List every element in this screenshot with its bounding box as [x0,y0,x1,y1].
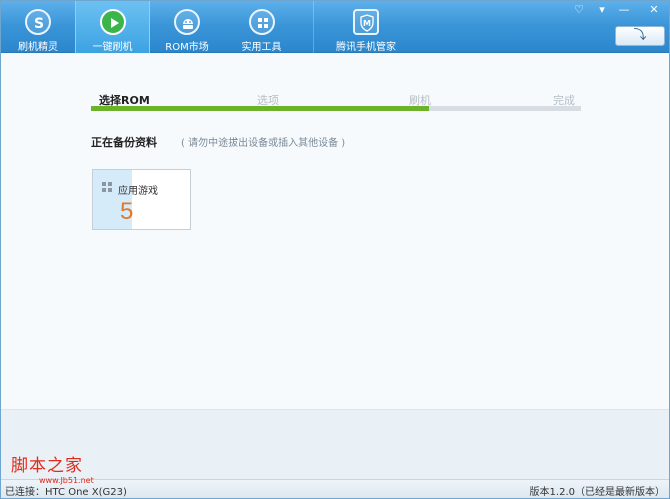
backup-item-card: 应用游戏 5 [92,169,191,230]
shield-m-icon: M [353,9,379,35]
status-bar: 已连接：HTC One X(G23) 版本1.2.0（已经是最新版本） [1,479,669,498]
watermark-text: 脚本之家 [11,456,83,476]
top-navigation: S 刷机精灵 一键刷机 ROM市场 实用工具 M 腾讯手机管家 ♡ ▾ — ✕ … [1,1,669,53]
step-progress-fill [91,106,430,111]
svg-text:M: M [363,19,371,28]
nav-item-flash-wizard[interactable]: S 刷机精灵 [1,1,75,53]
app-window: S 刷机精灵 一键刷机 ROM市场 实用工具 M 腾讯手机管家 ♡ ▾ — ✕ … [0,0,670,499]
return-arrow-icon: ⤵ [633,28,647,43]
nav-item-label: ROM市场 [165,42,209,53]
apps-grid-icon [102,182,113,193]
status-title: 正在备份资料 [91,136,157,149]
s-logo-icon: S [25,9,51,35]
nav-item-label: 一键刷机 [92,42,133,53]
step-progress-track [91,106,581,111]
play-icon [99,9,126,35]
connection-status: 已连接：HTC One X(G23) [5,487,127,498]
nav-item-utilities[interactable]: 实用工具 [224,1,299,53]
site-watermark: 脚本之家 www.Jb51.net [11,456,94,485]
nav-item-one-click-flash[interactable]: 一键刷机 [75,1,150,53]
backup-item-count: 5 [120,198,134,225]
nav-item-label: 实用工具 [241,42,282,53]
main-content: 选择ROM 选项 刷机 完成 正在备份资料 ( 请勿中途拔出设备或插入其他设备 … [1,54,669,409]
svg-text:S: S [34,16,44,32]
nav-divider [313,1,314,53]
feedback-icon[interactable]: ♡ [570,3,588,17]
nav-item-label: 刷机精灵 [18,42,58,53]
close-button[interactable]: ✕ [645,3,663,17]
watermark-url: www.Jb51.net [39,476,94,485]
return-button[interactable]: ⤵ [615,26,665,46]
version-info: 版本1.2.0（已经是最新版本） [529,487,665,498]
nav-item-tencent-manager[interactable]: M 腾讯手机管家 [327,1,405,53]
lower-panel [1,409,669,479]
nav-item-label: 腾讯手机管家 [336,42,396,53]
android-icon [174,9,200,35]
backup-item-label: 应用游戏 [118,186,158,197]
menu-dropdown-icon[interactable]: ▾ [593,3,611,17]
nav-item-rom-market[interactable]: ROM市场 [150,1,224,53]
status-hint: ( 请勿中途拔出设备或插入其他设备 ) [181,138,346,149]
tools-grid-icon [248,9,275,35]
minimize-button[interactable]: — [615,3,633,17]
